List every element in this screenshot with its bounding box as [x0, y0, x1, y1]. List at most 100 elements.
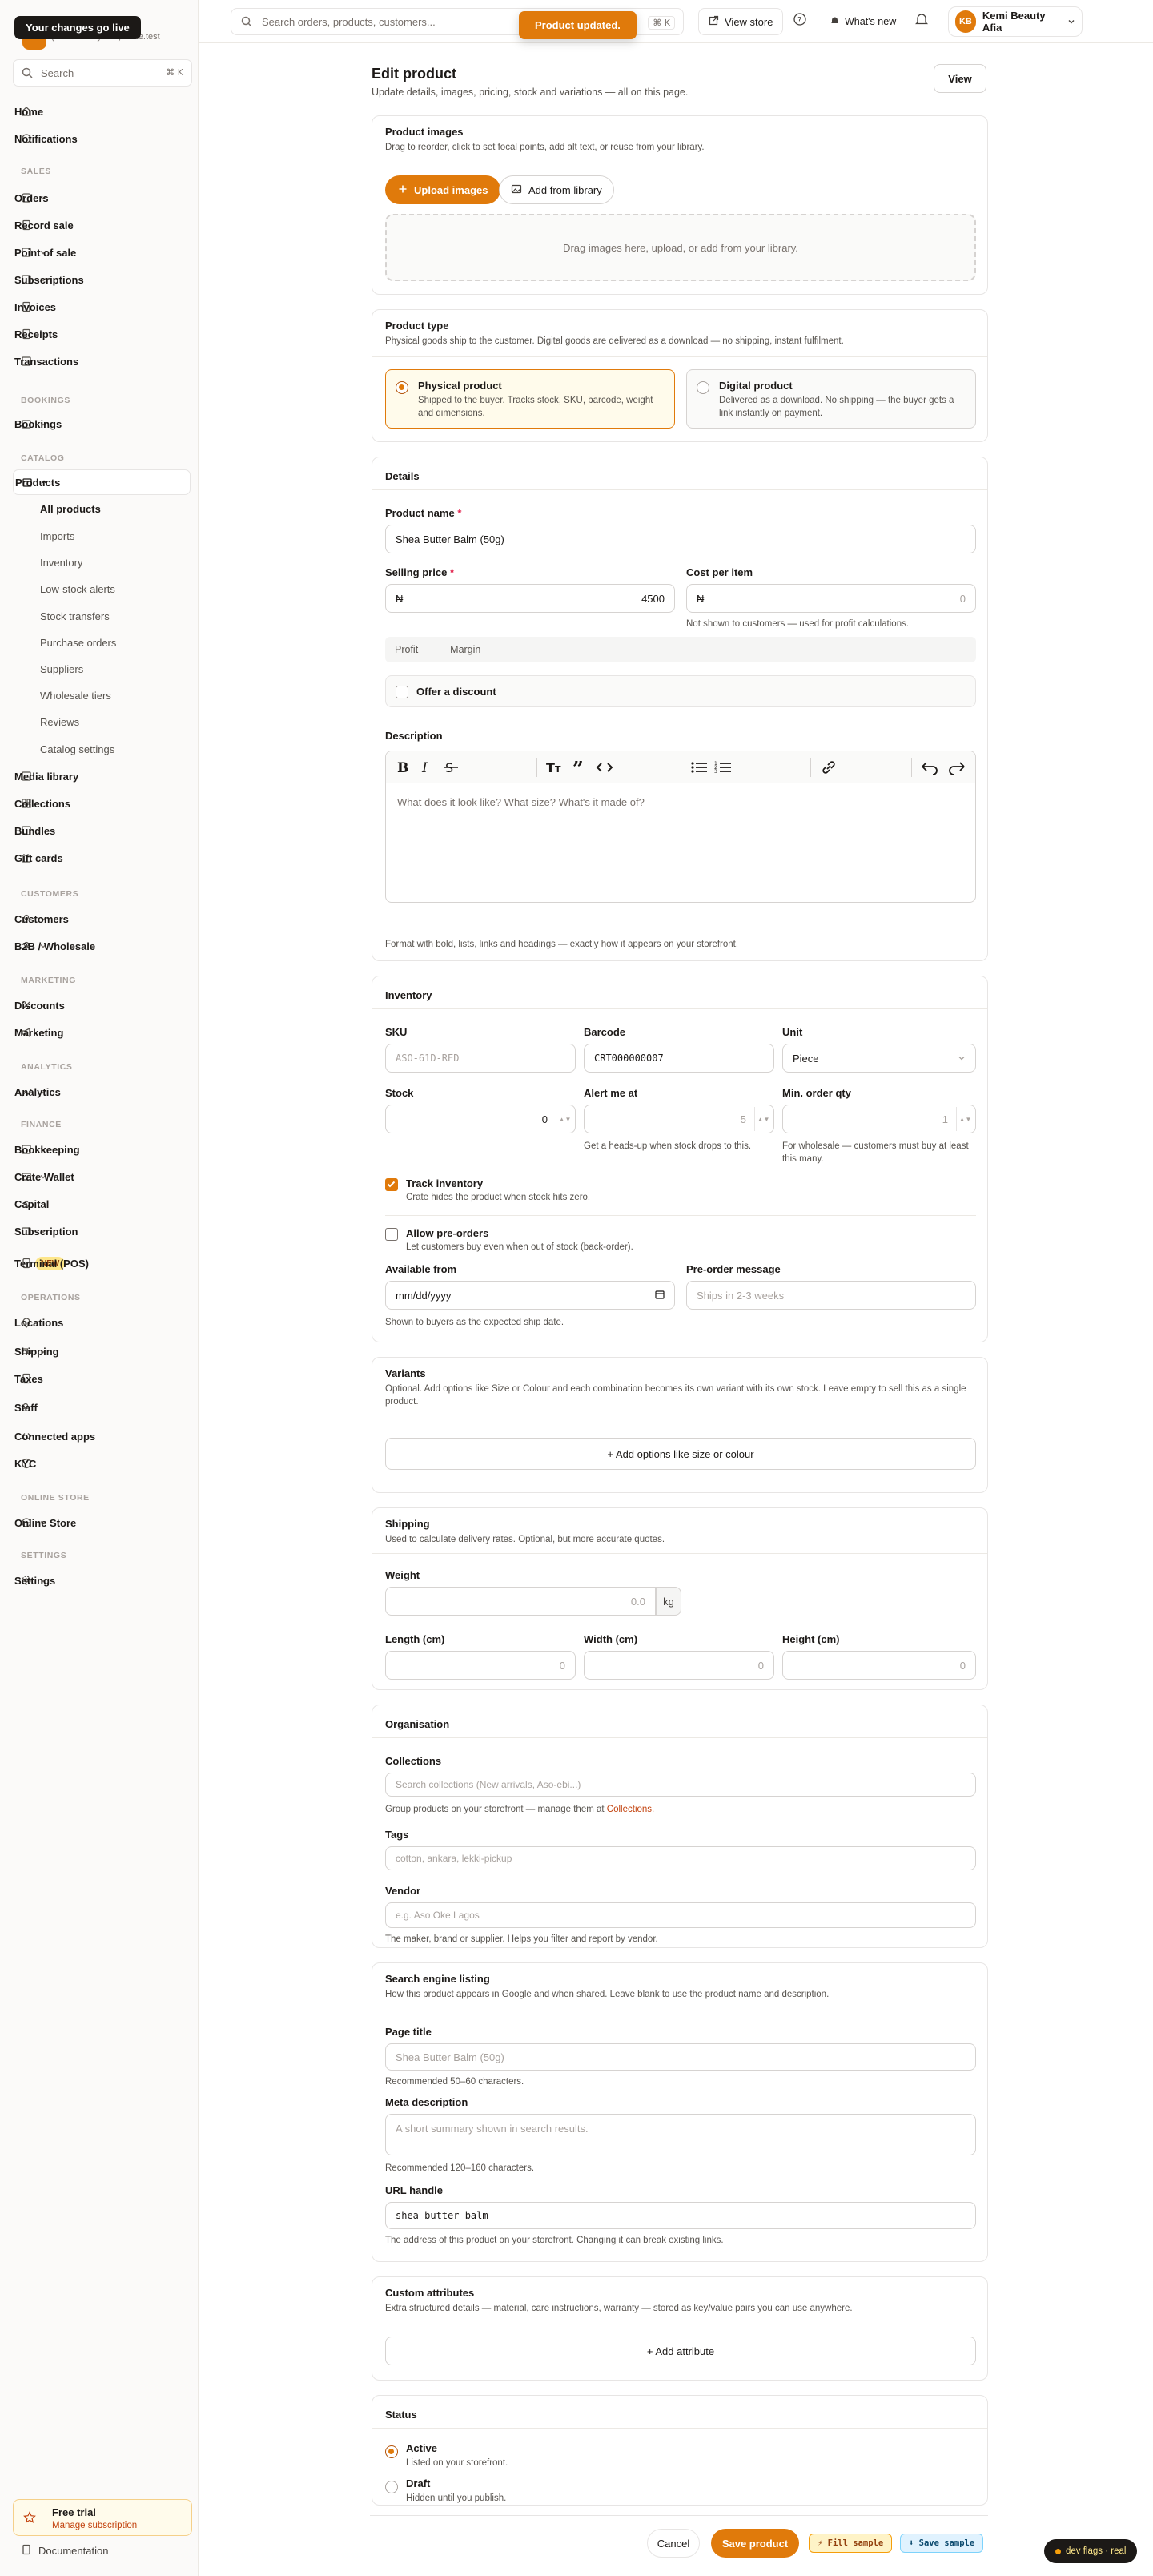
italic-icon[interactable]: I — [420, 759, 434, 775]
nav-analytics[interactable]: Analytics — [13, 1080, 191, 1104]
nav-b2b-wholesale[interactable]: B2B / Wholesale — [13, 934, 191, 958]
length-input[interactable]: 0 — [385, 1651, 576, 1680]
notifications-bell-icon[interactable] — [914, 12, 929, 29]
subnav-reviews[interactable]: Reviews — [40, 716, 79, 728]
nav-kyc[interactable]: KYC — [13, 1451, 191, 1475]
option-physical-product[interactable]: Physical product Shipped to the buyer. T… — [385, 369, 675, 429]
height-input[interactable]: 0 — [782, 1651, 976, 1680]
status-draft-radio[interactable] — [385, 2481, 398, 2493]
code-icon[interactable] — [596, 759, 613, 775]
offer-discount-row[interactable]: Offer a discount — [385, 675, 976, 707]
nav-locations[interactable]: Locations — [13, 1310, 191, 1334]
free-trial-card[interactable]: Free trial Manage subscription — [13, 2499, 192, 2536]
nav-gift-cards[interactable]: Gift cards — [13, 846, 191, 870]
image-dropzone[interactable]: Drag images here, upload, or add from yo… — [385, 214, 976, 281]
bullet-list-icon[interactable] — [690, 759, 708, 775]
nav-receipts[interactable]: Receipts — [13, 322, 191, 346]
sku-input[interactable]: ASO-61D-RED — [385, 1044, 576, 1073]
width-input[interactable]: 0 — [584, 1651, 774, 1680]
status-active-radio[interactable] — [385, 2445, 398, 2458]
stepper-icon[interactable]: ▲▼ — [556, 1107, 573, 1131]
redo-icon[interactable] — [946, 759, 967, 775]
heading-icon[interactable]: TT — [546, 759, 565, 775]
nav-capital[interactable]: $ Capital — [13, 1192, 191, 1216]
discount-checkbox[interactable] — [396, 686, 408, 698]
nav-discounts[interactable]: Discounts — [13, 993, 191, 1017]
collections-link[interactable]: Collections. — [607, 1805, 654, 1814]
nav-bookings[interactable]: Bookings — [13, 412, 191, 436]
nav-orders[interactable]: Orders — [13, 186, 191, 210]
nav-shipping[interactable]: Shipping — [13, 1339, 191, 1363]
description-placeholder[interactable]: What does it look like? What size? What'… — [397, 796, 645, 808]
add-attribute-button[interactable]: + Add attribute — [385, 2337, 976, 2365]
strikethrough-icon[interactable]: S — [444, 759, 458, 775]
nav-staff[interactable]: Staff — [13, 1395, 191, 1419]
subnav-inventory[interactable]: Inventory — [40, 557, 82, 569]
radio-digital[interactable] — [697, 381, 709, 394]
subnav-all-products[interactable]: All products — [40, 503, 101, 515]
account-switcher[interactable]: KB Kemi Beauty Afia — [948, 6, 1083, 37]
selling-price-input[interactable]: ₦ 4500 — [385, 584, 675, 613]
subnav-imports[interactable]: Imports — [40, 530, 74, 542]
documentation-link[interactable]: Documentation — [21, 2544, 108, 2558]
unit-select[interactable]: Piece — [782, 1044, 976, 1073]
track-inventory-checkbox[interactable] — [385, 1178, 398, 1191]
nav-record-sale[interactable]: Record sale — [13, 213, 191, 237]
nav-point-of-sale[interactable]: Point of sale — [13, 240, 191, 264]
quote-icon[interactable]: ” — [572, 759, 589, 775]
collections-search-input[interactable]: Search collections (New arrivals, Aso-eb… — [385, 1773, 976, 1797]
available-from-input[interactable]: mm/dd/yyyy — [385, 1281, 675, 1310]
view-button[interactable]: View — [934, 64, 986, 93]
nav-bundles[interactable]: Bundles — [13, 819, 191, 843]
whats-new-button[interactable]: What's new — [830, 8, 896, 35]
nav-collections[interactable]: Collections — [13, 791, 191, 815]
nav-marketing[interactable]: Marketing — [13, 1020, 191, 1044]
bold-icon[interactable]: B — [396, 759, 410, 775]
nav-crate-wallet[interactable]: Crate Wallet — [13, 1165, 191, 1189]
stock-input[interactable]: 0 ▲▼ — [385, 1105, 576, 1133]
barcode-input[interactable]: CRT000000007 — [584, 1044, 774, 1073]
subnav-catalog-settings[interactable]: Catalog settings — [40, 743, 114, 755]
meta-description-textarea[interactable]: A short summary shown in search results. — [385, 2114, 976, 2155]
allow-preorders-checkbox[interactable] — [385, 1228, 398, 1241]
nav-subscription[interactable]: Subscription — [13, 1219, 191, 1243]
add-options-button[interactable]: + Add options like size or colour — [385, 1438, 976, 1470]
nav-settings[interactable]: Settings — [13, 1568, 191, 1592]
manage-subscription-link[interactable]: Manage subscription — [52, 2521, 137, 2530]
cancel-button[interactable]: Cancel — [647, 2529, 700, 2558]
nav-bookkeeping[interactable]: Bookkeeping — [13, 1137, 191, 1161]
url-handle-input[interactable]: shea-butter-balm — [385, 2202, 976, 2229]
nav-media-library[interactable]: Media library — [13, 764, 191, 788]
sidebar-search[interactable]: Search ⌘ K — [13, 59, 192, 87]
undo-icon[interactable] — [919, 759, 940, 775]
nav-taxes[interactable]: Taxes — [13, 1366, 191, 1391]
stepper-icon[interactable]: ▲▼ — [754, 1107, 772, 1131]
alert-me-input[interactable]: 5 ▲▼ — [584, 1105, 774, 1133]
view-store-button[interactable]: View store — [698, 8, 784, 35]
nav-home[interactable]: Home — [13, 99, 191, 123]
add-from-library-button[interactable]: Add from library — [499, 175, 614, 204]
fill-sample-button[interactable]: ⚡ Fill sample — [809, 2534, 893, 2553]
nav-connected-apps[interactable]: Connected apps — [13, 1424, 191, 1448]
nav-transactions[interactable]: Transactions — [13, 349, 191, 373]
nav-products[interactable]: Products — [13, 469, 191, 495]
tags-input[interactable]: cotton, ankara, lekki-pickup — [385, 1846, 976, 1870]
min-order-qty-input[interactable]: 1 ▲▼ — [782, 1105, 976, 1133]
nav-notifications[interactable]: Notifications — [13, 127, 191, 151]
product-name-input[interactable]: Shea Butter Balm (50g) — [385, 525, 976, 553]
nav-online-store[interactable]: Online Store — [13, 1511, 191, 1535]
subnav-suppliers[interactable]: Suppliers — [40, 663, 83, 675]
link-icon[interactable] — [820, 759, 838, 775]
dev-flags-pill[interactable]: dev flags · real — [1044, 2539, 1138, 2563]
subnav-low-stock[interactable]: Low-stock alerts — [40, 583, 115, 595]
subnav-stock-transfers[interactable]: Stock transfers — [40, 610, 110, 622]
page-title-input[interactable]: Shea Butter Balm (50g) — [385, 2043, 976, 2071]
nav-invoices[interactable]: Invoices — [13, 295, 191, 319]
numbered-list-icon[interactable]: 123 — [714, 759, 732, 775]
stepper-icon[interactable]: ▲▼ — [956, 1107, 974, 1131]
weight-input[interactable]: 0.0 — [385, 1587, 656, 1616]
radio-physical[interactable] — [396, 381, 408, 394]
save-sample-button[interactable]: ⬇ Save sample — [900, 2534, 984, 2553]
help-icon[interactable]: ? — [793, 12, 807, 29]
save-product-button[interactable]: Save product — [711, 2529, 799, 2558]
